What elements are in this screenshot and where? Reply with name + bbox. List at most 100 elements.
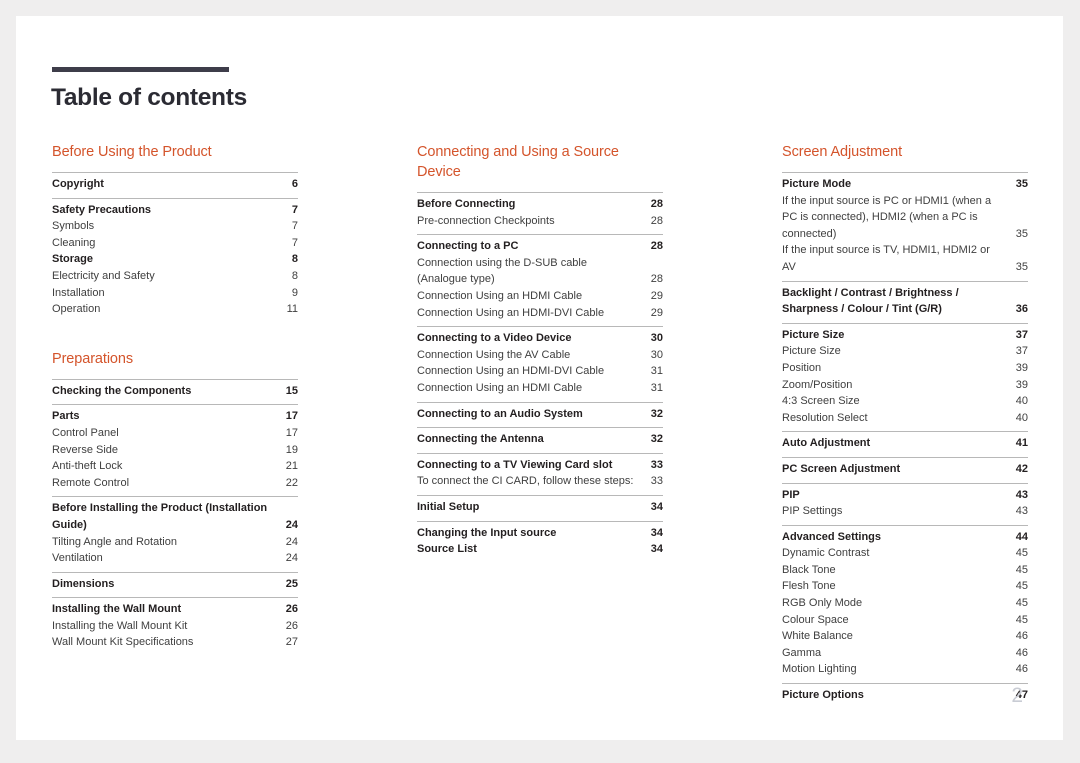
toc-entry-page: 43 — [1015, 488, 1028, 501]
toc-entry[interactable]: Picture Size 37 — [782, 327, 1028, 344]
toc-entry[interactable]: Connection Using an HDMI-DVI Cable 29 — [417, 305, 663, 322]
toc-entry-label: Dimensions — [52, 577, 115, 590]
toc-entry[interactable]: Picture Mode 35 — [782, 176, 1028, 193]
toc-entry[interactable]: Connection Using an HDMI Cable 29 — [417, 288, 663, 305]
toc-entry-page: 30 — [650, 332, 663, 345]
toc-entry[interactable]: Remote Control 22 — [52, 475, 298, 492]
toc-entry[interactable]: If the input source is TV, HDMI1, HDMI2 … — [782, 242, 1028, 275]
toc-entry[interactable]: Operation 11 — [52, 301, 298, 318]
toc-entry-page: 46 — [1015, 646, 1028, 659]
toc-entry[interactable]: Parts 17 — [52, 408, 298, 425]
toc-entry-label: Gamma — [782, 646, 822, 659]
toc-entry[interactable]: Dimensions 25 — [52, 576, 298, 593]
toc-group: Picture Size 37 Picture Size 37 Position 39 Zo… — [782, 322, 1028, 432]
toc-entry-label: Picture Mode — [782, 178, 852, 190]
toc-entry-page: 19 — [285, 443, 298, 456]
toc-group: Picture Mode 35 If the input source is PC … — [782, 172, 1028, 281]
toc-entry[interactable]: 4:3 Screen Size 40 — [782, 393, 1028, 410]
toc-entry[interactable]: Colour Space 45 — [782, 612, 1028, 629]
toc-entry[interactable]: PC Screen Adjustment 42 — [782, 461, 1028, 478]
toc-entry-label: Tilting Angle and Rotation — [52, 535, 177, 548]
toc-entry-label: Connecting to a Video Device — [417, 332, 572, 345]
toc-entry-label: Source List — [417, 543, 477, 556]
toc-entry[interactable]: RGB Only Mode 45 — [782, 595, 1028, 612]
toc-entry[interactable]: Connection using the D-SUB cable (Analog… — [417, 255, 663, 288]
toc-entry[interactable]: Connection Using an HDMI-DVI Cable 31 — [417, 363, 663, 380]
toc-entry[interactable]: Connection Using the AV Cable 30 — [417, 347, 663, 364]
toc-section: Preparations Checking the Components 15 Par… — [52, 349, 298, 656]
toc-entry-label: Motion Lighting — [782, 663, 857, 676]
toc-entry-page: 46 — [1015, 663, 1028, 676]
toc-entry[interactable]: Picture Size 37 — [782, 343, 1028, 360]
toc-entry[interactable]: Auto Adjustment 41 — [782, 435, 1028, 452]
toc-entry-page: 25 — [285, 577, 298, 590]
toc-entry[interactable]: Reverse Side 19 — [52, 442, 298, 459]
toc-entry[interactable]: Installing the Wall Mount 26 — [52, 601, 298, 618]
toc-entry[interactable]: Connecting to a Video Device 30 — [417, 330, 663, 347]
toc-entry[interactable]: Initial Setup 34 — [417, 499, 663, 516]
toc-entry[interactable]: Before Connecting 28 — [417, 196, 663, 213]
toc-entry[interactable]: Connecting the Antenna 32 — [417, 431, 663, 448]
toc-entry[interactable]: Before Installing the Product (Installat… — [52, 500, 298, 533]
toc-entry[interactable]: Flesh Tone 45 — [782, 578, 1028, 595]
toc-entry[interactable]: To connect the CI CARD, follow these ste… — [417, 473, 663, 490]
toc-entry[interactable]: Connection Using an HDMI Cable 31 — [417, 380, 663, 397]
toc-group: Connecting to an Audio System 32 — [417, 401, 663, 428]
toc-entry-label: Parts — [52, 410, 80, 423]
toc-entry[interactable]: PIP 43 — [782, 487, 1028, 504]
toc-entry[interactable]: Motion Lighting 46 — [782, 661, 1028, 678]
toc-group: Picture Options 47 — [782, 683, 1028, 709]
toc-entry[interactable]: Connecting to a PC 28 — [417, 238, 663, 255]
toc-entry-page: 7 — [291, 236, 298, 249]
toc-entry-page: 31 — [650, 381, 663, 394]
toc-entry[interactable]: Connecting to an Audio System 32 — [417, 406, 663, 423]
toc-columns: Before Using the Product Copyright 6 Safety… — [16, 142, 1063, 709]
toc-entry-label: Connecting to an Audio System — [417, 407, 583, 420]
toc-entry[interactable]: Installation 9 — [52, 285, 298, 302]
toc-entry-page: 28 — [650, 273, 663, 286]
toc-entry-page: 28 — [650, 198, 663, 210]
toc-entry-label: Dynamic Contrast — [782, 547, 870, 560]
toc-entry[interactable]: Copyright 6 — [52, 176, 298, 193]
toc-entry-page: 17 — [285, 426, 298, 439]
toc-entry[interactable]: PIP Settings 43 — [782, 503, 1028, 520]
toc-entry[interactable]: Tilting Angle and Rotation 24 — [52, 534, 298, 551]
toc-entry[interactable]: Pre-connection Checkpoints 28 — [417, 213, 663, 230]
toc-entry[interactable]: Advanced Settings 44 — [782, 529, 1028, 546]
toc-entry[interactable]: Wall Mount Kit Specifications 27 — [52, 634, 298, 651]
toc-entry[interactable]: Symbols 7 — [52, 218, 298, 235]
toc-entry[interactable]: Resolution Select 40 — [782, 410, 1028, 427]
toc-entry[interactable]: Control Panel 17 — [52, 425, 298, 442]
toc-entry[interactable]: If the input source is PC or HDMI1 (when… — [782, 193, 1028, 243]
toc-entry[interactable]: Electricity and Safety 8 — [52, 268, 298, 285]
toc-entry-label: Connection Using an HDMI-DVI Cable — [417, 306, 605, 319]
toc-entry[interactable]: Ventilation 24 — [52, 550, 298, 567]
toc-entry-label: 4:3 Screen Size — [782, 395, 860, 408]
toc-entry[interactable]: Cleaning 7 — [52, 235, 298, 252]
toc-entry-label: Anti-theft Lock — [52, 460, 123, 473]
toc-entry[interactable]: White Balance 46 — [782, 628, 1028, 645]
toc-entry[interactable]: Safety Precautions 7 — [52, 202, 298, 219]
toc-entry[interactable]: Backlight / Contrast / Brightness / Shar… — [782, 285, 1028, 318]
toc-entry-page: 46 — [1015, 630, 1028, 643]
toc-entry[interactable]: Changing the Input source 34 — [417, 525, 663, 542]
toc-entry-label: RGB Only Mode — [782, 597, 863, 610]
toc-entry[interactable]: Position 39 — [782, 360, 1028, 377]
toc-entry[interactable]: Storage 8 — [52, 251, 298, 268]
toc-entry[interactable]: Zoom/Position 39 — [782, 377, 1028, 394]
toc-entry-label: Remote Control — [52, 476, 130, 489]
toc-entry[interactable]: Dynamic Contrast 45 — [782, 545, 1028, 562]
toc-entry[interactable]: Anti-theft Lock 21 — [52, 458, 298, 475]
toc-entry[interactable]: Source List 34 — [417, 541, 663, 558]
toc-entry[interactable]: Gamma 46 — [782, 645, 1028, 662]
toc-section: Before Using the Product Copyright 6 Safety… — [52, 142, 298, 323]
toc-entry[interactable]: Connecting to a TV Viewing Card slot 33 — [417, 457, 663, 474]
toc-entry[interactable]: Picture Options 47 — [782, 687, 1028, 704]
toc-group: Connecting to a TV Viewing Card slot 33 To… — [417, 452, 663, 495]
toc-entry-page: 32 — [650, 433, 663, 446]
toc-entry-label: Connection Using the AV Cable — [417, 348, 571, 361]
toc-entry-page: 40 — [1015, 395, 1028, 408]
toc-entry[interactable]: Installing the Wall Mount Kit 26 — [52, 618, 298, 635]
toc-entry[interactable]: Checking the Components 15 — [52, 383, 298, 400]
toc-entry[interactable]: Black Tone 45 — [782, 562, 1028, 579]
